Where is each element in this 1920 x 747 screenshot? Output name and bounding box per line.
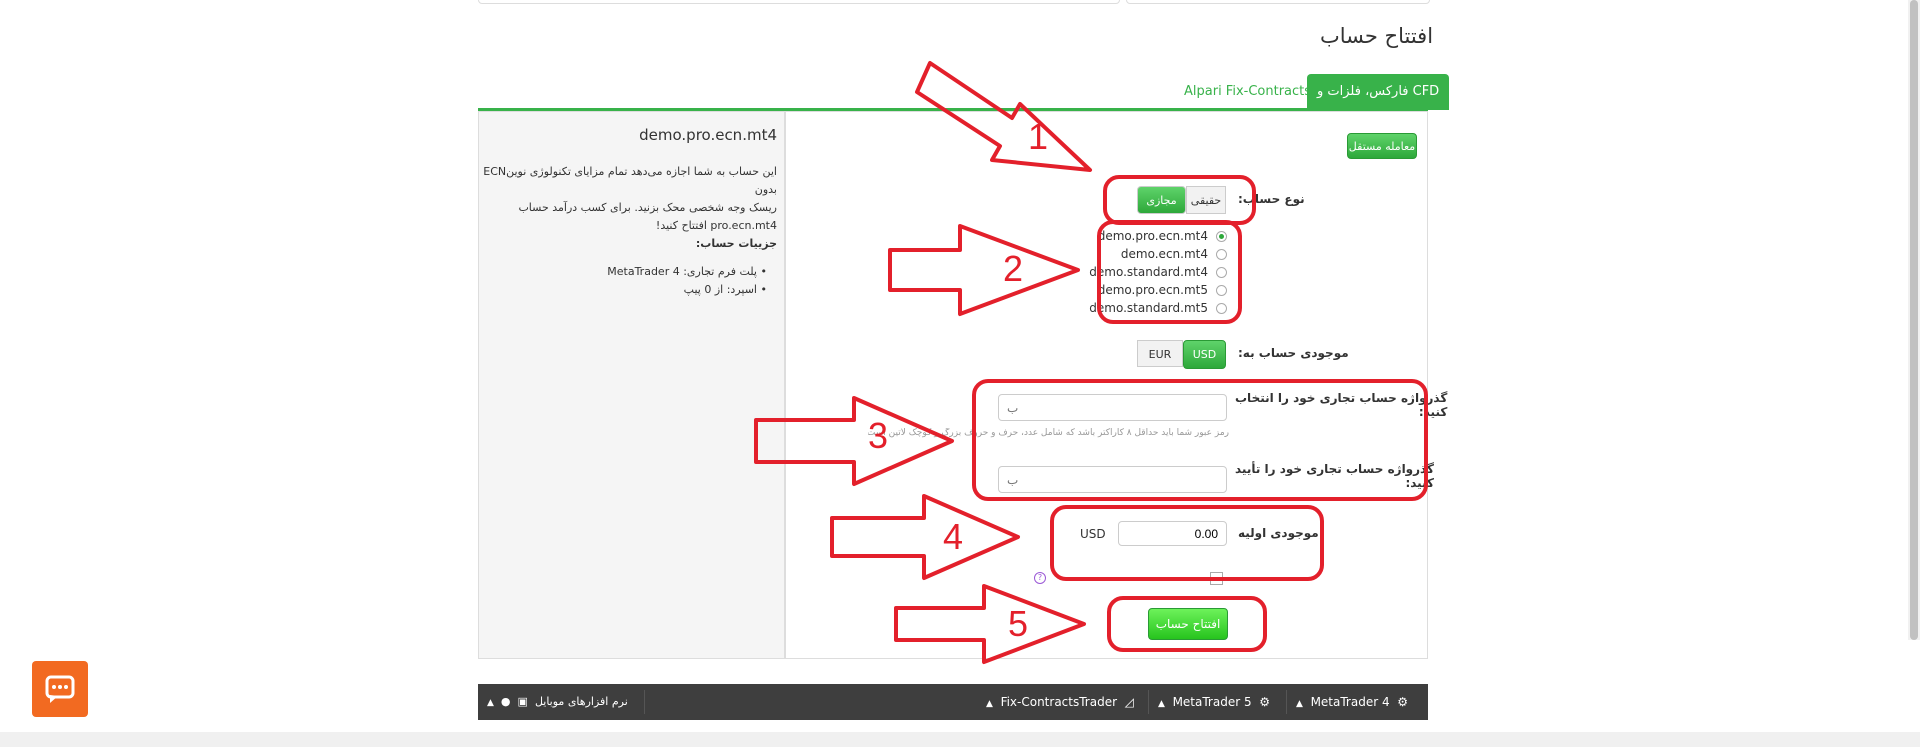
bar-divider <box>644 690 645 714</box>
metatrader-4-icon: ⚙ <box>1397 695 1408 709</box>
chat-icon <box>45 675 75 703</box>
annotation-number-3: 3 <box>868 415 889 456</box>
annotation-arrows <box>754 61 1092 664</box>
bar-divider <box>1286 690 1287 714</box>
arrow-5 <box>894 584 1086 664</box>
arrow-1 <box>915 61 1092 172</box>
mobile-apps-link[interactable]: ▲ ● ▣ نرم افزارهای موبایل <box>487 684 628 720</box>
arrow-3 <box>754 396 954 486</box>
page-footer <box>0 732 1920 747</box>
annotation-number-4: 4 <box>943 516 964 557</box>
platform-fix-contracts-link[interactable]: ▲ Fix-ContractsTrader ◿ <box>986 684 1134 720</box>
metatrader-5-icon: ⚙ <box>1259 695 1270 709</box>
annotation-number-1: 1 <box>1028 116 1049 157</box>
chat-button[interactable] <box>32 661 88 717</box>
android-icon: ▣ <box>517 695 528 708</box>
platform-mt4-link[interactable]: ▲ MetaTrader 4 ⚙ <box>1296 684 1408 720</box>
platform-mt5-link[interactable]: ▲ MetaTrader 5 ⚙ <box>1158 684 1270 720</box>
annotation-number-5: 5 <box>1008 603 1029 644</box>
annotation-number-2: 2 <box>1003 248 1024 289</box>
apple-icon: ● <box>500 695 511 708</box>
bar-divider <box>1148 690 1149 714</box>
fix-contracts-icon: ◿ <box>1124 695 1134 709</box>
arrow-4 <box>830 494 1020 580</box>
arrow-2 <box>888 224 1080 316</box>
